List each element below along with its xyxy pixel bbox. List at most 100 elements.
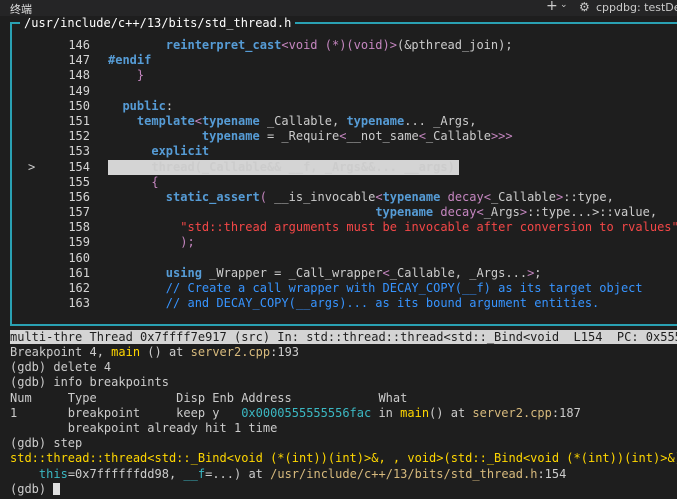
code-token: < [382, 265, 390, 280]
console-token: (gdb) step [10, 436, 83, 451]
console-token: in [371, 405, 401, 420]
code-token: // Create a call wrapper with DECAY_COPY… [165, 281, 643, 295]
code-token: __is_invocable [266, 189, 376, 204]
line-code: explicit [108, 144, 209, 159]
line-number: 158 [68, 220, 90, 235]
code-token: _Callable [490, 189, 556, 204]
source-line: 156 static_assert( __is_invocable<typena… [12, 190, 677, 205]
source-line: 153 explicit [12, 144, 677, 159]
tui-status-bar: multi-thre Thread 0x7ffff7e917 (src) In:… [10, 330, 677, 344]
gear-icon[interactable]: ⚙ [579, 0, 590, 14]
line-number: 149 [68, 83, 90, 98]
line-number: 146 [68, 38, 90, 52]
source-line: 148 } [12, 68, 677, 83]
source-line: 152 typename = _Require<__not_same<_Call… [12, 129, 677, 144]
code-token: typename [375, 205, 434, 220]
console-line: breakpoint already hit 1 time [10, 421, 677, 436]
code-token: >>> [490, 129, 513, 144]
console-token: this [38, 466, 68, 481]
line-code: template<typename _Callable, typename...… [108, 113, 477, 129]
code-token: < [194, 113, 202, 128]
console-token: :193 [270, 345, 300, 359]
console-line: std::thread::thread<std::_Bind<void (*(i… [10, 451, 677, 466]
line-number: 163 [68, 296, 90, 311]
code-token: ); [180, 235, 195, 250]
line-number: 156 [68, 189, 90, 204]
source-line: 151 template<typename _Callable, typenam… [12, 114, 677, 129]
source-line: 150 public: [12, 99, 677, 114]
console-token: () at [429, 405, 473, 420]
source-file-path: /usr/include/c++/13/bits/std_thread.h [20, 16, 296, 30]
code-token: ( [259, 189, 267, 204]
code-token: _Callable, [259, 113, 347, 128]
line-number: 150 [68, 98, 90, 113]
code-token: using [165, 265, 202, 280]
line-number: 162 [68, 281, 90, 295]
chevron-down-icon[interactable]: ⌄ [560, 0, 568, 10]
console-token: breakpoint already hit 1 time [10, 420, 278, 435]
console-token: =0x7ffffffdd98, [67, 466, 184, 481]
code-token: > [519, 205, 528, 220]
console-token: 0x0000555555556fac [241, 405, 372, 420]
code-token: #endif [108, 53, 152, 68]
line-number: 161 [68, 265, 90, 280]
line-number: 159 [68, 235, 90, 250]
add-terminal-icon[interactable]: + [546, 0, 558, 14]
line-code: } [108, 68, 144, 83]
current-line-marker: > [28, 159, 36, 174]
code-token: public [122, 98, 166, 113]
code-token: typename [346, 113, 405, 128]
line-number: 157 [68, 205, 90, 220]
code-token: decay< [447, 189, 491, 204]
line-code: static_assert( __is_invocable<typename d… [108, 190, 614, 205]
console-token: () at [140, 345, 191, 359]
line-code: reinterpret_cast<void (*)(void)>(&pthrea… [108, 38, 513, 53]
line-number: 154 [68, 159, 90, 174]
line-code: using _Wrapper = _Call_wrapper<_Callable… [108, 266, 542, 281]
tab-cppdbg[interactable]: cppdbg: testDebug [596, 1, 677, 14]
code-token: ; [534, 265, 542, 280]
line-code: { [108, 174, 159, 190]
console-token: =...) at [205, 466, 271, 481]
console-line: (gdb) info breakpoints [10, 375, 677, 390]
console-token: Num Type Disp Enb Address What [10, 390, 408, 405]
console-line: (gdb) step [10, 436, 677, 451]
console-token: main [111, 345, 141, 359]
source-code-view[interactable]: 146 reinterpret_cast<void (*)(void)>(&pt… [12, 38, 677, 311]
line-code: typename = _Require<__not_same<_Callable… [108, 129, 513, 144]
line-number: 147 [68, 53, 90, 68]
code-token: } [136, 68, 145, 83]
source-line: 155 { [12, 175, 677, 190]
code-token: typename [382, 189, 441, 204]
code-token: : [165, 98, 174, 113]
source-line: 158 "std::thread arguments must be invoc… [12, 220, 677, 235]
line-code: public: [108, 99, 173, 114]
console-token [10, 467, 39, 481]
code-token: { [151, 174, 159, 189]
code-token: _Wrapper = _Call_wrapper [201, 265, 383, 280]
gdb-console[interactable]: Breakpoint 4, main () at server2.cpp:193… [10, 345, 677, 497]
line-code: typename decay<_Args>::type...>::value, [108, 205, 657, 220]
line-number: 155 [68, 174, 90, 189]
gdb-prompt-line[interactable]: (gdb) [10, 482, 677, 497]
source-line: 160 [12, 251, 677, 266]
code-token: _Callable [425, 129, 491, 144]
code-token: ... _Args, [404, 113, 477, 128]
code-token: static_assert [165, 189, 260, 204]
line-code: #endif [108, 53, 151, 68]
console-token: main [400, 405, 430, 420]
console-line: 1 breakpoint keep y 0x0000555555556fac i… [10, 406, 677, 421]
code-token: typename [201, 113, 260, 128]
line-number: 153 [68, 144, 90, 159]
code-token: = _Require [259, 129, 340, 144]
code-token: template [136, 113, 195, 128]
source-line: 147 #endif [12, 53, 677, 68]
code-token: <void (*)(void)> [281, 38, 397, 52]
code-token: ::type...>::value, [527, 205, 658, 220]
source-line: 162 // Create a call wrapper with DECAY_… [12, 281, 677, 296]
line-code: "std::thread arguments must be invocable… [108, 220, 677, 235]
console-token: (gdb) delete 4 [10, 360, 112, 375]
text-cursor [53, 483, 61, 496]
code-token: decay< [440, 205, 484, 220]
source-line: 159 ); [12, 235, 677, 250]
